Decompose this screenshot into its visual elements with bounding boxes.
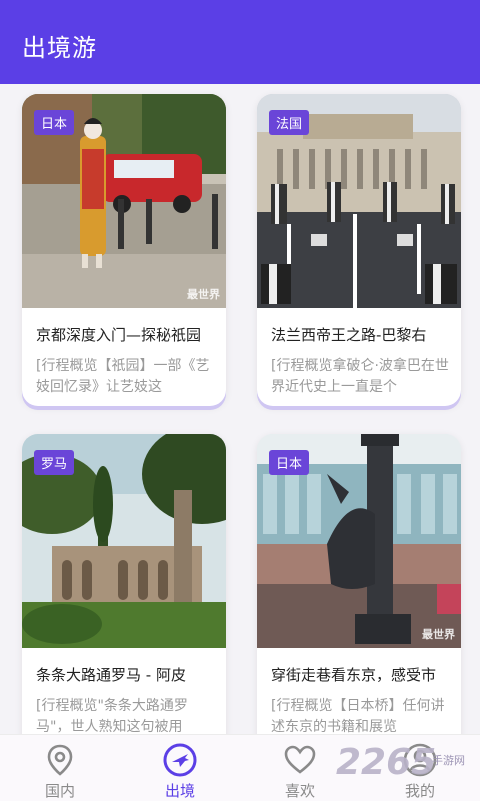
heart-icon — [284, 745, 316, 774]
country-tag: 法国 — [269, 110, 310, 135]
trip-card-tokyo[interactable]: 日本 最世界 穿街走巷看东京，感受市 [行程概览【日本桥】任何讲述东京的书籍和展… — [257, 434, 461, 734]
card-image: 日本 最世界 — [257, 434, 461, 648]
card-image: 日本 最世界 — [22, 94, 226, 308]
country-tag: 日本 — [269, 450, 310, 475]
country-tag: 罗马 — [34, 450, 75, 475]
brand-subtitle: 手游网 — [432, 754, 465, 767]
brand-watermark: 2265 手游网 — [336, 742, 476, 796]
trip-card-paris[interactable]: 法国 法兰西帝王之路-巴黎右 [行程概览拿破仑·波拿巴在世界近代史上一直是个 — [257, 94, 461, 406]
tab-domestic[interactable]: 国内 — [0, 735, 120, 801]
app-bar: 出境游 — [0, 0, 480, 84]
trip-card-rome[interactable]: 罗马 条条大路通罗马 - 阿皮 [行程概览"条条大路通罗马"，世人熟知这句被用 — [22, 434, 226, 734]
card-description: [行程概览【日本桥】任何讲述东京的书籍和展览 — [271, 698, 445, 734]
tab-label: 出境 — [164, 782, 195, 800]
card-title: 穿街走巷看东京，感受市 — [271, 666, 437, 684]
card-title: 条条大路通罗马 - 阿皮 — [36, 666, 186, 684]
card-grid: 日本 最世界 京都深度入门—探秘祇园 [行程概览【祇园】一部《艺妓回忆录》让艺妓… — [0, 84, 480, 734]
card-title: 法兰西帝王之路-巴黎右 — [271, 326, 427, 344]
airplane-icon — [163, 743, 197, 777]
location-pin-icon — [47, 744, 73, 776]
card-title: 京都深度入门—探秘祇园 — [36, 326, 202, 344]
card-image: 罗马 — [22, 434, 226, 648]
card-description: [行程概览【祇园】一部《艺妓回忆录》让艺妓这 — [36, 358, 210, 395]
watermark: 最世界 — [422, 628, 455, 641]
country-tag: 日本 — [34, 110, 75, 135]
watermark: 最世界 — [187, 288, 220, 301]
brand-number: 2265 — [336, 742, 437, 783]
tab-outbound[interactable]: 出境 — [120, 735, 240, 801]
card-description: [行程概览"条条大路通罗马"，世人熟知这句被用 — [36, 698, 188, 734]
card-image: 法国 — [257, 94, 461, 308]
page-title: 出境游 — [22, 34, 97, 62]
tab-label: 国内 — [44, 782, 75, 800]
card-description: [行程概览拿破仑·波拿巴在世界近代史上一直是个 — [271, 358, 449, 395]
trip-card-kyoto[interactable]: 日本 最世界 京都深度入门—探秘祇园 [行程概览【祇园】一部《艺妓回忆录》让艺妓… — [22, 94, 226, 406]
